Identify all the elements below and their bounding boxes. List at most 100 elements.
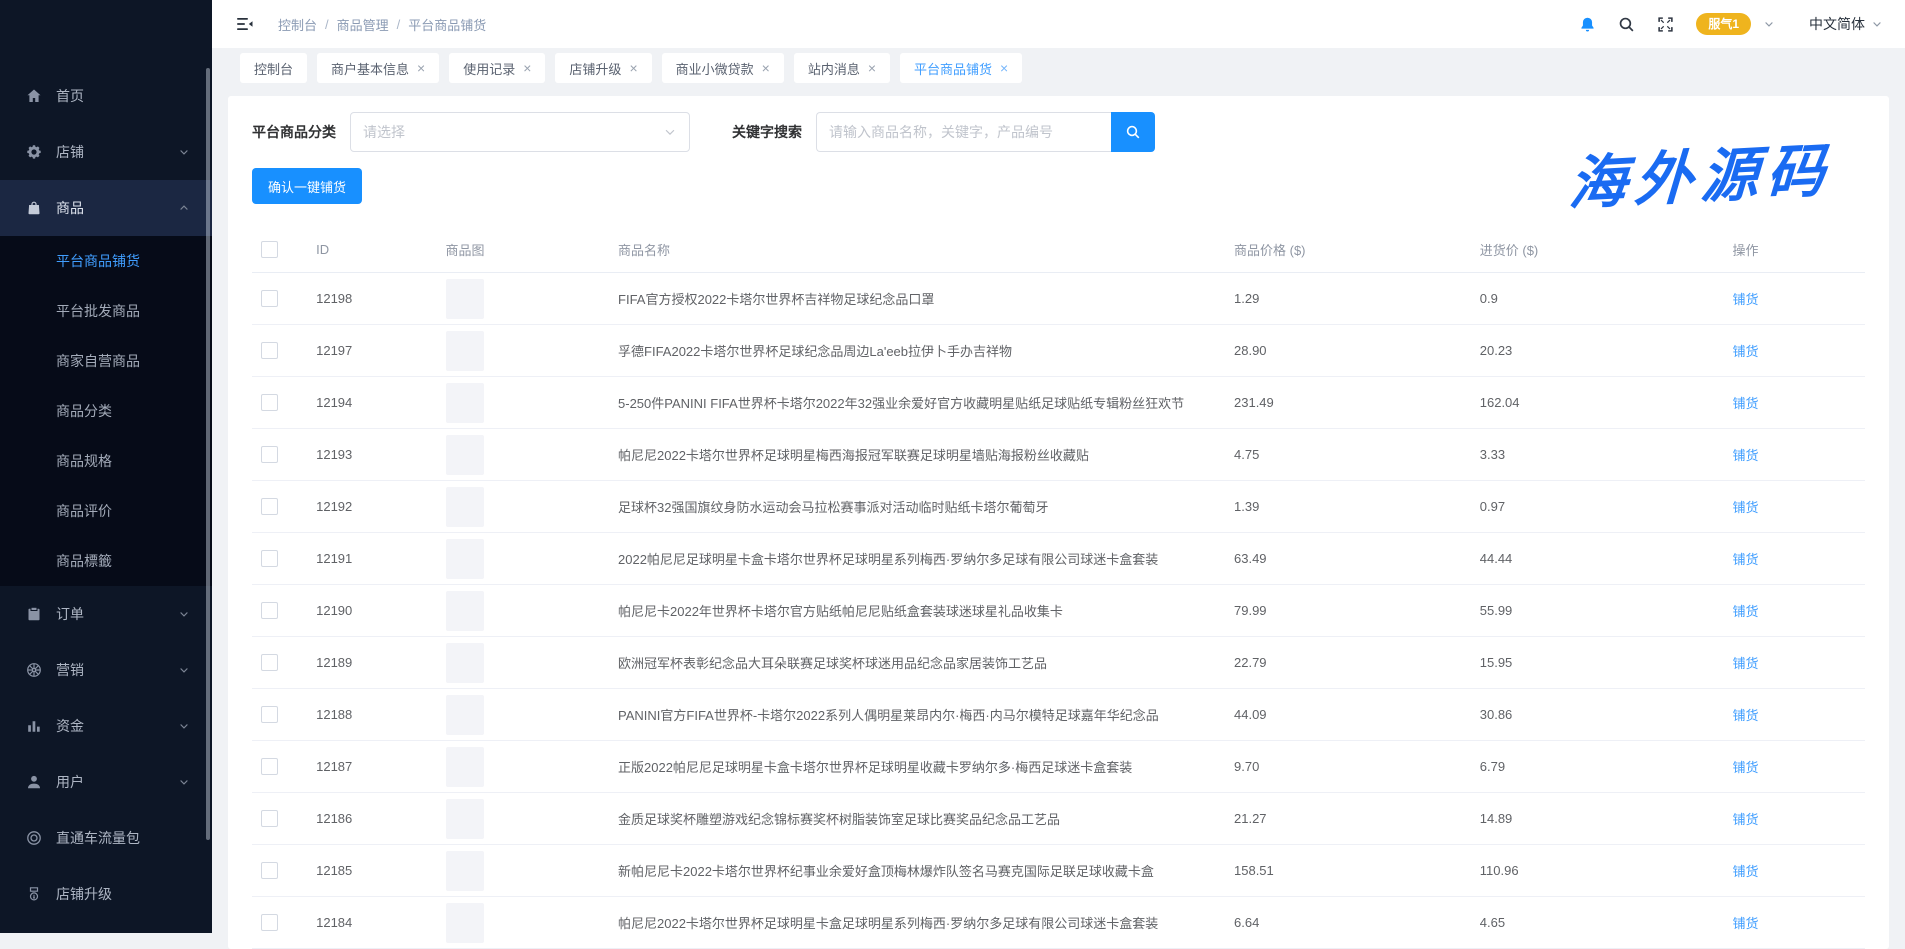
sidebar-item-0[interactable]: 首页 (0, 68, 212, 124)
search-button[interactable] (1111, 112, 1155, 152)
distribute-link[interactable]: 铺货 (1733, 760, 1759, 775)
product-id: 12189 (292, 637, 420, 689)
content-card: 平台商品分类 请选择 关键字搜索 (228, 96, 1889, 949)
sidebar-item-4[interactable]: 营销 (0, 642, 212, 698)
sidebar-item-label: 营销 (56, 660, 178, 680)
tab-close-icon[interactable]: × (762, 61, 770, 75)
distribute-link[interactable]: 铺货 (1733, 656, 1759, 671)
purchase-price: 30.86 (1479, 689, 1732, 741)
sidebar-subitem-2-1[interactable]: 平台批发商品 (0, 286, 212, 336)
distribute-link[interactable]: 铺货 (1733, 500, 1759, 515)
search-icon[interactable] (1618, 16, 1635, 33)
sidebar-item-2[interactable]: 商品 (0, 180, 212, 236)
tab-close-icon[interactable]: × (523, 61, 531, 75)
sidebar-item-7[interactable]: 直通车流量包 (0, 810, 212, 866)
sidebar-subitem-2-0[interactable]: 平台商品铺货 (0, 236, 212, 286)
product-image-placeholder (446, 799, 484, 839)
table-row: 12189欧洲冠军杯表彰纪念品大耳朵联赛足球奖杯球迷用品纪念品家居装饰工艺品22… (252, 637, 1865, 689)
distribute-link[interactable]: 铺货 (1733, 916, 1759, 931)
tab-label: 商户基本信息 (331, 59, 409, 78)
row-checkbox[interactable] (261, 550, 278, 567)
bag-icon (26, 200, 42, 216)
sidebar-subitem-2-4[interactable]: 商品规格 (0, 436, 212, 486)
tab-0[interactable]: 控制台 (240, 53, 307, 83)
purchase-price: 15.95 (1479, 637, 1732, 689)
tab-close-icon[interactable]: × (1000, 61, 1008, 75)
language-selector[interactable]: 中文简体 (1809, 14, 1883, 34)
sidebar-submenu: 平台商品铺货平台批发商品商家自营商品商品分类商品规格商品评价商品標籤 (0, 236, 212, 586)
row-checkbox[interactable] (261, 758, 278, 775)
product-id: 12191 (292, 533, 420, 585)
table-row: 12185 新帕尼尼卡2022卡塔尔世界杯纪事业余爱好盒顶梅林爆炸队签名马赛克国际… (252, 845, 1865, 897)
breadcrumb-item[interactable]: 控制台 (278, 15, 317, 34)
sidebar-subitem-2-3[interactable]: 商品分类 (0, 386, 212, 436)
sidebar-item-8[interactable]: 店铺升级 (0, 866, 212, 922)
sidebar-item-1[interactable]: 店铺 (0, 124, 212, 180)
tab-close-icon[interactable]: × (868, 61, 876, 75)
product-name: 新帕尼尼卡2022卡塔尔世界杯纪事业余爱好盒顶梅林爆炸队签名马赛克国际足联足球收… (591, 845, 1233, 897)
distribute-link[interactable]: 铺货 (1733, 448, 1759, 463)
distribute-link[interactable]: 铺货 (1733, 708, 1759, 723)
product-id: 12185 (292, 845, 420, 897)
distribute-link[interactable]: 铺货 (1733, 396, 1759, 411)
distribute-link[interactable]: 铺货 (1733, 552, 1759, 567)
row-checkbox[interactable] (261, 602, 278, 619)
tab-2[interactable]: 使用记录 × (449, 53, 545, 83)
row-checkbox[interactable] (261, 394, 278, 411)
tab-4[interactable]: 商业小微贷款× (662, 53, 784, 83)
sidebar-subitem-2-6[interactable]: 商品標籤 (0, 536, 212, 586)
sidebar-subitem-2-2[interactable]: 商家自营商品 (0, 336, 212, 386)
sidebar-item-6[interactable]: 用户 (0, 754, 212, 810)
user-badge[interactable]: 服气1 (1696, 13, 1751, 35)
main-area: 控制台 / 商品管理 / 平台商品铺货 (212, 0, 1905, 933)
sidebar-item-5[interactable]: 资金 (0, 698, 212, 754)
tab-1[interactable]: 商户基本信息 × (317, 53, 439, 83)
distribute-link[interactable]: 铺货 (1733, 864, 1759, 879)
row-checkbox[interactable] (261, 290, 278, 307)
purchase-price: 110.96 (1479, 845, 1732, 897)
row-checkbox[interactable] (261, 706, 278, 723)
sidebar-subitem-2-5[interactable]: 商品评价 (0, 486, 212, 536)
product-id: 12186 (292, 793, 420, 845)
tab-5[interactable]: 站内消息× (794, 53, 890, 83)
row-checkbox[interactable] (261, 342, 278, 359)
row-checkbox[interactable] (261, 498, 278, 515)
tab-label: 使用记录 (463, 59, 515, 78)
select-all-checkbox[interactable] (261, 241, 278, 258)
sidebar-scrollbar[interactable] (206, 68, 210, 840)
sidebar-item-3[interactable]: 订单 (0, 586, 212, 642)
breadcrumb-item[interactable]: 商品管理 (337, 15, 389, 34)
table-header-row: ID 商品图 商品名称 商品价格 ($) 进货价 ($) 操作 (252, 226, 1865, 273)
distribute-link[interactable]: 铺货 (1733, 604, 1759, 619)
product-price: 6.64 (1233, 897, 1479, 949)
sidebar-item-label: 用户 (56, 772, 178, 792)
header-product-name: 商品名称 (591, 226, 1233, 273)
table-row: 121945-250件PANINI FIFA世界杯卡塔尔2022年32强业余爱好… (252, 377, 1865, 429)
confirm-distribute-button[interactable]: 确认一键铺货 (252, 168, 362, 204)
tab-6[interactable]: 平台商品铺货× (900, 53, 1022, 83)
table-row: 121912022帕尼尼足球明星卡盒卡塔尔世界杯足球明星系列梅西·罗纳尔多足球有… (252, 533, 1865, 585)
row-checkbox[interactable] (261, 914, 278, 931)
product-name: 帕尼尼2022卡塔尔世界杯足球明星卡盒足球明星系列梅西·罗纳尔多足球有限公司球迷… (591, 897, 1233, 949)
row-checkbox[interactable] (261, 446, 278, 463)
category-select[interactable]: 请选择 (350, 112, 690, 152)
tab-3[interactable]: 店铺升级× (555, 53, 651, 83)
language-label: 中文简体 (1809, 14, 1865, 34)
notification-bell-icon[interactable] (1579, 16, 1596, 33)
row-checkbox[interactable] (261, 654, 278, 671)
row-checkbox[interactable] (261, 810, 278, 827)
tab-close-icon[interactable]: × (417, 61, 425, 75)
fullscreen-icon[interactable] (1657, 16, 1674, 33)
chevron-down-icon (178, 720, 190, 732)
row-checkbox[interactable] (261, 862, 278, 879)
collapse-menu-icon[interactable] (236, 16, 254, 32)
distribute-link[interactable]: 铺货 (1733, 812, 1759, 827)
table-row: 12184帕尼尼2022卡塔尔世界杯足球明星卡盒足球明星系列梅西·罗纳尔多足球有… (252, 897, 1865, 949)
distribute-link[interactable]: 铺货 (1733, 292, 1759, 307)
tab-close-icon[interactable]: × (629, 61, 637, 75)
user-menu[interactable]: 服气1 (1696, 13, 1775, 35)
distribute-link[interactable]: 铺货 (1733, 344, 1759, 359)
product-price: 4.75 (1233, 429, 1479, 481)
keyword-search-input[interactable] (816, 112, 1111, 152)
table-row: 12188PANINI官方FIFA世界杯-卡塔尔2022系列人偶明星莱昂内尔·梅… (252, 689, 1865, 741)
